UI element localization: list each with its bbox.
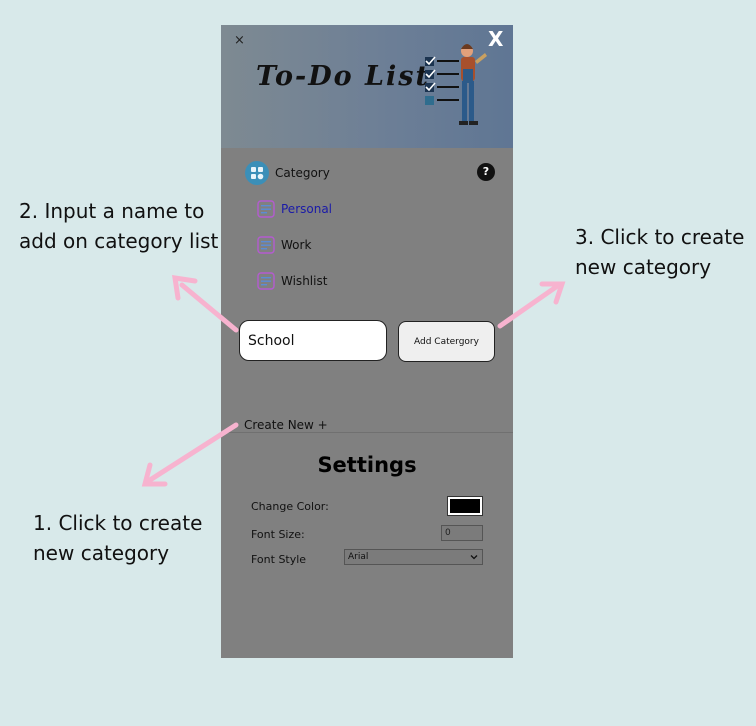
category-item-label: Wishlist [281, 274, 328, 288]
close-icon[interactable]: × [234, 33, 245, 49]
arrow-step-3-head [539, 281, 566, 305]
font-size-label: Font Size: [251, 528, 305, 541]
category-header: Category [245, 161, 330, 185]
change-color-label: Change Color: [251, 500, 329, 513]
category-title: Category [275, 166, 330, 180]
category-icon [245, 161, 269, 185]
font-style-label: Font Style [251, 553, 307, 566]
font-style-value: Arial [348, 552, 369, 562]
help-icon[interactable]: ? [477, 163, 495, 181]
category-name-input[interactable] [239, 320, 387, 361]
app-title: To-Do List [256, 61, 430, 92]
arrow-step-2-head [172, 275, 198, 301]
category-item-label: Work [281, 238, 312, 252]
callout-step-3: 3. Click to create new category [575, 225, 745, 279]
note-icon [257, 272, 275, 290]
category-item-label: Personal [281, 202, 333, 216]
chevron-down-icon [470, 555, 478, 560]
todo-app-window: × X To-Do List Category ? Personal Work … [221, 25, 513, 658]
callout-step-2: 2. Input a name to add on category list [19, 199, 219, 253]
font-size-input[interactable] [441, 525, 483, 541]
category-item-work[interactable]: Work [257, 235, 311, 255]
color-picker[interactable] [447, 496, 483, 516]
arrow-step-1-head [141, 462, 168, 487]
app-header: × X To-Do List [221, 25, 513, 148]
color-swatch [450, 499, 480, 513]
font-style-select[interactable]: Arial [344, 549, 483, 565]
add-category-button[interactable]: Add Catergory [398, 321, 495, 362]
divider [221, 432, 513, 433]
callout-step-1: 1. Click to create new category [33, 511, 203, 565]
create-new-button[interactable]: Create New + [244, 418, 328, 432]
settings-title: Settings [317, 453, 417, 477]
note-icon [257, 236, 275, 254]
checklist-worker-illustration [425, 44, 487, 125]
category-item-personal[interactable]: Personal [257, 199, 332, 219]
note-icon [257, 200, 275, 218]
category-item-wishlist[interactable]: Wishlist [257, 271, 327, 291]
